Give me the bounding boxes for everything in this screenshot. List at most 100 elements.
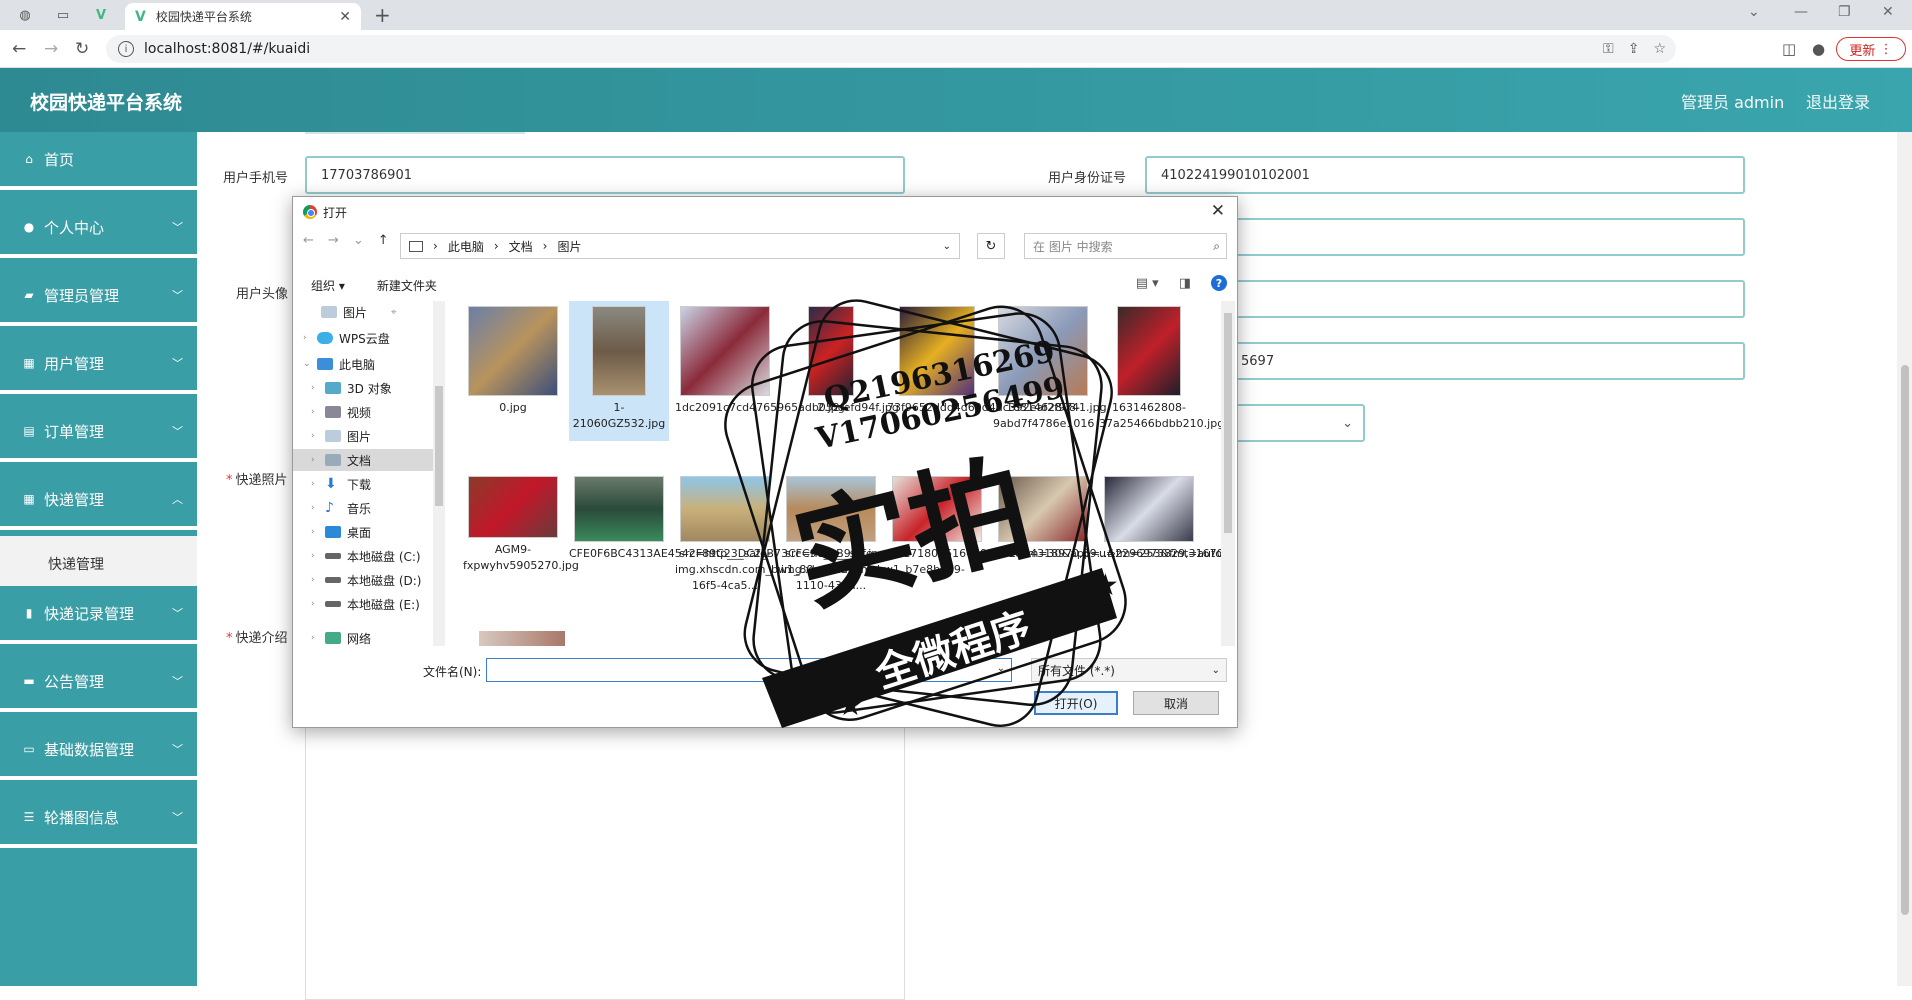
expand-icon[interactable]: ›: [311, 527, 325, 537]
tree-item-pictures[interactable]: › 图片: [311, 425, 371, 447]
blank-tab-icon[interactable]: ▭: [48, 4, 78, 26]
sidebar-item-admins[interactable]: ▰ 管理员管理 ﹀: [0, 268, 197, 326]
tree-item-3d[interactable]: › 3D 对象: [311, 377, 392, 399]
file-item[interactable]: src=http___safe-img.xhscdn.com_bw1_80aa2…: [675, 471, 859, 594]
tree-scrollbar[interactable]: [433, 301, 445, 646]
sidebar-item-notices[interactable]: ▬ 公告管理 ﹀: [0, 654, 197, 712]
tree-item-drive-e[interactable]: › 本地磁盘 (E:): [311, 593, 420, 615]
forward-icon[interactable]: →: [44, 39, 58, 59]
file-item[interactable]: u=2024318970,59...&fm=253&fmt=auto: [993, 471, 1221, 562]
breadcrumb-this-pc[interactable]: 此电脑: [448, 238, 484, 255]
sidebar-item-orders[interactable]: ▤ 订单管理 ﹀: [0, 404, 197, 462]
refresh-icon[interactable]: ↻: [977, 233, 1005, 259]
dialog-search-input[interactable]: 在 图片 中搜索 ⌕: [1024, 233, 1227, 259]
view-mode-icon[interactable]: ▤ ▾: [1136, 276, 1159, 291]
phone-input[interactable]: 17703786901: [305, 156, 905, 194]
file-item[interactable]: u=2296973829,3167080028&fm=253&fmt=auto&…: [1099, 471, 1221, 562]
back-icon[interactable]: ←: [12, 39, 26, 59]
dialog-close-icon[interactable]: ✕: [1211, 201, 1225, 221]
bookmark-star-icon[interactable]: ☆: [1653, 41, 1666, 57]
vue-tab-icon[interactable]: V: [86, 4, 116, 26]
sidebar-item-home[interactable]: ⌂ 首页: [0, 132, 197, 190]
file-item[interactable]: u=1718065160690659&fm=30&app=...: [887, 471, 1111, 562]
tree-item-music[interactable]: › ♪ 音乐: [311, 497, 371, 519]
logout-link[interactable]: 退出登录: [1806, 89, 1870, 113]
page-scrollbar-thumb[interactable]: [1901, 365, 1909, 915]
preview-pane-icon[interactable]: ◨: [1179, 276, 1191, 291]
file-item[interactable]: CFE0F6BC4313AE4542F89C23DC2_B73CFC94_2B9…: [569, 471, 885, 562]
forward-icon[interactable]: →: [328, 233, 339, 248]
tab-search-icon[interactable]: ⌄: [1748, 4, 1760, 20]
file-item[interactable]: 0.jpg: [463, 301, 563, 416]
help-icon[interactable]: ?: [1211, 275, 1227, 291]
dialog-path-bar[interactable]: › 此电脑 › 文档 › 图片 ⌄: [400, 233, 960, 259]
expand-icon[interactable]: ›: [311, 383, 325, 393]
file-item[interactable]: 2.jpg: [781, 301, 881, 416]
expand-icon[interactable]: ›: [311, 599, 325, 609]
sidebar-item-users[interactable]: ▦ 用户管理 ﹀: [0, 336, 197, 394]
site-info-icon[interactable]: i: [118, 41, 134, 57]
tree-item-network[interactable]: › 网络: [311, 627, 371, 646]
file-item[interactable]: 1dc2091c7cd4765965adb052fefd94f.jpg: [675, 301, 899, 416]
tree-item-this-pc[interactable]: ⌄ 此电脑: [303, 353, 375, 375]
expand-icon[interactable]: ›: [311, 455, 325, 465]
profile-icon[interactable]: ●: [1812, 40, 1825, 58]
file-item[interactable]: src=http___safe-img.xhscdn.com_bw1_b7e8b…: [781, 471, 965, 594]
filename-input[interactable]: ⌄: [486, 658, 1012, 682]
expand-icon[interactable]: ›: [311, 551, 325, 561]
file-scrollbar-thumb[interactable]: [1224, 313, 1232, 533]
tree-scrollbar-thumb[interactable]: [435, 386, 443, 506]
sidebar-item-express[interactable]: ▦ 快递管理 ︿: [0, 472, 197, 530]
share-icon[interactable]: ⇪: [1628, 41, 1640, 57]
minimize-icon[interactable]: —: [1794, 4, 1808, 20]
active-tab[interactable]: V 校园快递平台系统 ✕: [125, 3, 361, 30]
tree-item-pictures-pinned[interactable]: 图片 ⌖: [321, 301, 397, 323]
file-item[interactable]: 73f9652ddd4d60d4dc392eaf2f9741.jpg: [887, 301, 1107, 416]
cancel-button[interactable]: 取消: [1133, 691, 1219, 715]
sidebar-item-carousel[interactable]: ☰ 轮播图信息 ﹀: [0, 790, 197, 848]
breadcrumb-documents[interactable]: 文档: [509, 238, 533, 255]
url-bar[interactable]: i localhost:8081/#/kuaidi ⚿ ⇪ ☆: [106, 35, 1676, 63]
close-tab-icon[interactable]: ✕: [339, 9, 351, 25]
recent-dropdown-icon[interactable]: ⌄: [353, 233, 364, 248]
breadcrumb-pictures[interactable]: 图片: [557, 238, 581, 255]
globe-icon[interactable]: ◍: [10, 4, 40, 26]
file-item[interactable]: 1631462808-9abd7f4786e1016: [993, 301, 1094, 432]
sidebar-item-express-records[interactable]: ▮ 快递记录管理 ﹀: [0, 586, 197, 644]
tree-item-videos[interactable]: › 视频: [311, 401, 371, 423]
file-scrollbar[interactable]: [1221, 301, 1235, 646]
back-icon[interactable]: ←: [303, 233, 314, 248]
filetype-select[interactable]: 所有文件 (*.*) ⌄: [1031, 658, 1227, 682]
collapse-icon[interactable]: ⌄: [303, 359, 317, 369]
tree-item-wps[interactable]: › WPS云盘: [303, 327, 390, 349]
close-window-icon[interactable]: ✕: [1882, 4, 1894, 20]
expand-icon[interactable]: ›: [303, 333, 317, 343]
file-item[interactable]: AGM9-fxpwyhv5905270.jpg: [463, 471, 579, 574]
restore-icon[interactable]: ❐: [1838, 4, 1851, 20]
file-thumbnail-partial[interactable]: [479, 631, 565, 646]
tree-item-downloads[interactable]: › ⬇ 下载: [311, 473, 371, 495]
side-panel-icon[interactable]: ◫: [1782, 40, 1796, 58]
reload-icon[interactable]: ↻: [75, 39, 89, 59]
tree-item-documents[interactable]: › 文档: [293, 449, 433, 471]
update-button[interactable]: 更新 ⋮: [1836, 37, 1906, 61]
new-tab-button[interactable]: +: [374, 3, 391, 27]
expand-icon[interactable]: ›: [311, 431, 325, 441]
expand-icon[interactable]: ›: [311, 503, 325, 513]
expand-icon[interactable]: ›: [311, 633, 325, 643]
new-folder-button[interactable]: 新建文件夹: [377, 277, 437, 294]
up-icon[interactable]: ↑: [378, 233, 389, 248]
file-item[interactable]: 1631462808-37a25466bdbb210.jpg: [1099, 301, 1221, 432]
tree-item-drive-c[interactable]: › 本地磁盘 (C:): [311, 545, 421, 567]
expand-icon[interactable]: ›: [311, 575, 325, 585]
open-button[interactable]: 打开(O): [1034, 691, 1118, 715]
chevron-down-icon[interactable]: ⌄: [943, 241, 951, 252]
tree-item-drive-d[interactable]: › 本地磁盘 (D:): [311, 569, 421, 591]
idcard-input[interactable]: 410224199010102001: [1145, 156, 1745, 194]
sidebar-item-profile[interactable]: ● 个人中心 ﹀: [0, 200, 197, 258]
file-item-selected[interactable]: 1-21060GZ532.jpg: [569, 301, 669, 441]
sidebar-item-base-data[interactable]: ▭ 基础数据管理 ﹀: [0, 722, 197, 780]
organize-button[interactable]: 组织 ▾: [311, 277, 345, 294]
chevron-down-icon[interactable]: ⌄: [997, 663, 1005, 674]
expand-icon[interactable]: ›: [311, 479, 325, 489]
